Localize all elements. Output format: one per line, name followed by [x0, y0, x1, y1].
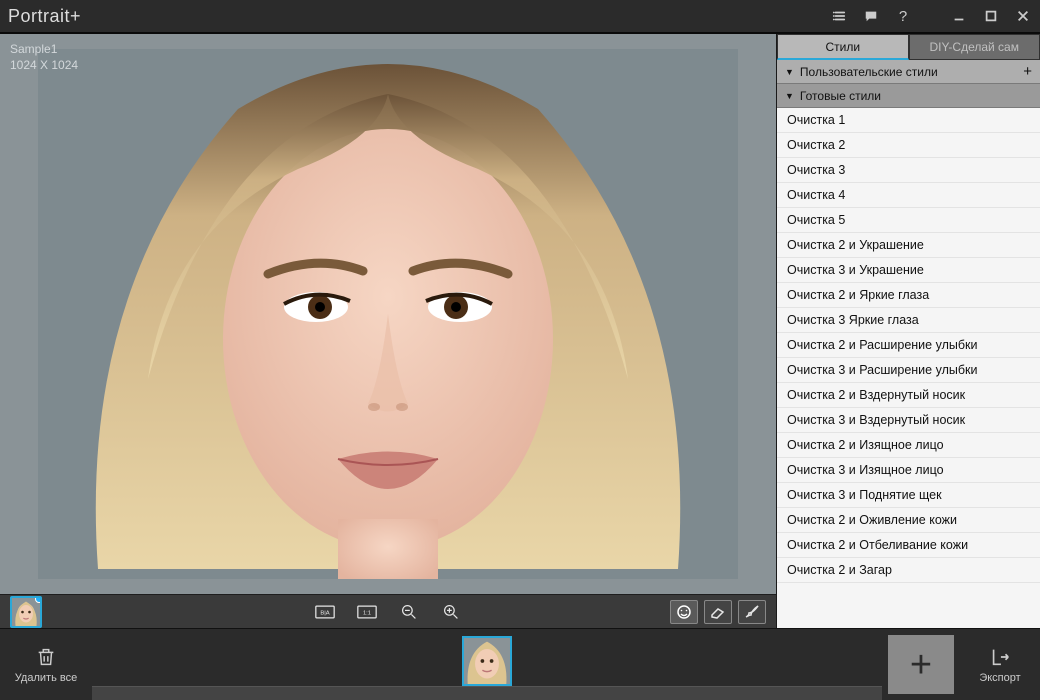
plus-icon: + [910, 646, 932, 684]
style-item[interactable]: Очистка 4 [777, 183, 1040, 208]
image-info: Sample1 1024 X 1024 [10, 42, 78, 73]
workspace: Sample1 1024 X 1024 [0, 34, 776, 628]
style-item[interactable]: Очистка 3 и Украшение [777, 258, 1040, 283]
zoom-in-icon[interactable] [437, 600, 465, 624]
app-title: Portrait+ [8, 6, 81, 27]
face-thumbnail[interactable] [10, 596, 42, 628]
footer: Удалить все + Экспорт [0, 628, 1040, 700]
style-item[interactable]: Очистка 2 и Яркие глаза [777, 283, 1040, 308]
image-name: Sample1 [10, 42, 78, 58]
style-item[interactable]: Очистка 3 и Расширение улыбки [777, 358, 1040, 383]
add-style-icon[interactable]: + [1023, 63, 1032, 80]
canvas[interactable]: Sample1 1024 X 1024 [0, 34, 776, 594]
portrait-image [38, 49, 738, 579]
style-item[interactable]: Очистка 3 и Вздернутый носик [777, 408, 1040, 433]
maximize-icon[interactable] [982, 7, 1000, 25]
close-icon[interactable] [1014, 7, 1032, 25]
chevron-down-icon: ▼ [785, 67, 794, 77]
style-list[interactable]: Очистка 1Очистка 2Очистка 3Очистка 4Очис… [777, 108, 1040, 628]
tab-diy[interactable]: DIY-Сделай сам [909, 34, 1040, 60]
minimize-icon[interactable] [950, 7, 968, 25]
export-button[interactable]: Экспорт [960, 629, 1040, 700]
style-item[interactable]: Очистка 2 и Украшение [777, 233, 1040, 258]
canvas-toolbar: B|A 1:1 [0, 594, 776, 628]
eraser-tool-icon[interactable] [704, 600, 732, 624]
strip-scrollbar[interactable] [92, 686, 882, 700]
style-item[interactable]: Очистка 2 и Загар [777, 558, 1040, 583]
style-item[interactable]: Очистка 2 и Изящное лицо [777, 433, 1040, 458]
user-styles-header[interactable]: ▼ Пользовательские стили + [777, 60, 1040, 84]
style-item[interactable]: Очистка 3 и Поднятие щек [777, 483, 1040, 508]
delete-all-label: Удалить все [15, 672, 77, 684]
before-after-icon[interactable]: B|A [311, 600, 339, 624]
help-icon[interactable]: ? [894, 7, 912, 25]
styles-panel: Стили DIY-Сделай сам ▼ Пользовательские … [776, 34, 1040, 628]
style-item[interactable]: Очистка 1 [777, 108, 1040, 133]
image-dimensions: 1024 X 1024 [10, 58, 78, 74]
style-item[interactable]: Очистка 3 Яркие глаза [777, 308, 1040, 333]
style-item[interactable]: Очистка 5 [777, 208, 1040, 233]
actual-size-icon[interactable]: 1:1 [353, 600, 381, 624]
svg-text:1:1: 1:1 [363, 610, 371, 616]
style-item[interactable]: Очистка 3 и Изящное лицо [777, 458, 1040, 483]
preset-styles-label: Готовые стили [800, 89, 881, 103]
tab-styles[interactable]: Стили [777, 34, 909, 60]
svg-text:B|A: B|A [320, 610, 329, 616]
add-image-button[interactable]: + [888, 635, 954, 694]
strip-thumbnail[interactable] [462, 636, 512, 686]
style-item[interactable]: Очистка 2 и Оживление кожи [777, 508, 1040, 533]
brush-tool-icon[interactable] [738, 600, 766, 624]
preset-styles-header[interactable]: ▼ Готовые стили [777, 84, 1040, 108]
style-item[interactable]: Очистка 2 и Вздернутый носик [777, 383, 1040, 408]
style-item[interactable]: Очистка 2 [777, 133, 1040, 158]
list-icon[interactable] [830, 7, 848, 25]
delete-all-button[interactable]: Удалить все [0, 629, 92, 700]
style-item[interactable]: Очистка 3 [777, 158, 1040, 183]
zoom-out-icon[interactable] [395, 600, 423, 624]
export-label: Экспорт [979, 672, 1020, 684]
chat-icon[interactable] [862, 7, 880, 25]
thumbnail-strip[interactable] [92, 629, 882, 700]
style-item[interactable]: Очистка 2 и Расширение улыбки [777, 333, 1040, 358]
chevron-down-icon: ▼ [785, 91, 794, 101]
title-bar: Portrait+ ? [0, 0, 1040, 32]
style-item[interactable]: Очистка 2 и Отбеливание кожи [777, 533, 1040, 558]
smiley-tool-icon[interactable] [670, 600, 698, 624]
user-styles-label: Пользовательские стили [800, 65, 938, 79]
